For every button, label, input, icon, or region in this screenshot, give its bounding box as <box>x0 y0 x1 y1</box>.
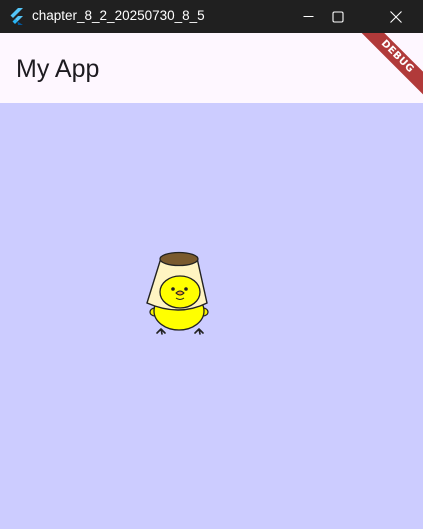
maximize-button[interactable] <box>315 0 361 33</box>
page-title: My App <box>16 55 100 83</box>
close-button[interactable] <box>373 0 419 33</box>
app-window: chapter_8_2_20250730_8_5 My App DEBUG <box>0 0 423 529</box>
minimize-icon <box>303 16 313 17</box>
title-bar[interactable]: chapter_8_2_20250730_8_5 <box>0 0 423 33</box>
app-bar: My App <box>0 33 423 103</box>
window-title: chapter_8_2_20250730_8_5 <box>32 8 205 23</box>
maximize-icon <box>332 10 344 23</box>
caramel-top <box>159 251 199 267</box>
close-icon <box>390 10 402 23</box>
content-area <box>0 103 423 529</box>
chick-with-pudding-hat-image <box>146 251 209 335</box>
flutter-logo-icon <box>10 8 23 25</box>
